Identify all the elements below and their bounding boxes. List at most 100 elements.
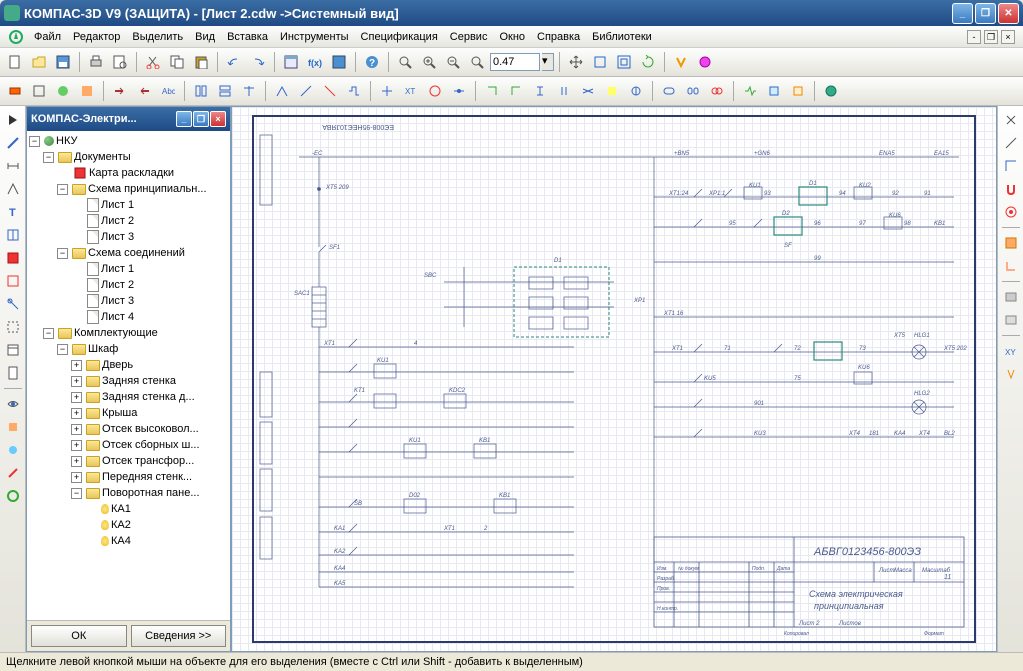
copy-button[interactable] [166, 51, 188, 73]
lt-param[interactable] [3, 271, 23, 291]
dt-18[interactable] [448, 80, 470, 102]
help-icon[interactable]: ? [361, 51, 383, 73]
lt-spec[interactable] [3, 340, 23, 360]
tree-item[interactable]: +Задняя стенка д... [29, 389, 228, 405]
dt-13[interactable] [319, 80, 341, 102]
pan-button[interactable] [565, 51, 587, 73]
lt-x4[interactable] [3, 486, 23, 506]
redo-button[interactable] [247, 51, 269, 73]
tree-schema-soed[interactable]: −Схема соединений [29, 245, 228, 261]
manager-button[interactable] [280, 51, 302, 73]
zoom-in-button[interactable] [418, 51, 440, 73]
tree-documents[interactable]: −Документы [29, 149, 228, 165]
tree-sheet[interactable]: Лист 4 [29, 309, 228, 325]
dt-14[interactable] [343, 80, 365, 102]
dt-7[interactable]: Abc [157, 80, 179, 102]
panel-maximize[interactable]: ❐ [193, 111, 209, 127]
zoom-scale-button[interactable] [466, 51, 488, 73]
dt-32[interactable] [820, 80, 842, 102]
menu-service[interactable]: Сервис [444, 29, 494, 45]
dt-1[interactable] [4, 80, 26, 102]
cut-button[interactable] [142, 51, 164, 73]
dt-16[interactable]: XT [400, 80, 422, 102]
rt-v[interactable] [1001, 364, 1021, 384]
tree-component[interactable]: КА2 [29, 517, 228, 533]
dt-12[interactable] [295, 80, 317, 102]
lt-select[interactable] [3, 317, 23, 337]
tree-sheet[interactable]: Лист 1 [29, 261, 228, 277]
dt-24[interactable] [601, 80, 623, 102]
print-button[interactable] [85, 51, 107, 73]
menu-spec[interactable]: Спецификация [355, 29, 444, 45]
lt-edit[interactable] [3, 248, 23, 268]
tree-item[interactable]: +Отсек сборных ш... [29, 437, 228, 453]
dt-3[interactable] [52, 80, 74, 102]
fx-button[interactable]: f(x) [304, 51, 326, 73]
tree-sheet[interactable]: Лист 3 [29, 229, 228, 245]
tool-a-button[interactable] [670, 51, 692, 73]
dt-17[interactable] [424, 80, 446, 102]
rt-1[interactable] [1001, 110, 1021, 130]
tree-root[interactable]: −НКУ [29, 133, 228, 149]
panel-minimize[interactable]: _ [176, 111, 192, 127]
menu-editor[interactable]: Редактор [67, 29, 126, 45]
tree-item[interactable]: +Дверь [29, 357, 228, 373]
lt-x1[interactable] [3, 417, 23, 437]
dt-8[interactable] [190, 80, 212, 102]
new-button[interactable] [4, 51, 26, 73]
dt-27[interactable] [682, 80, 704, 102]
mdi-close[interactable]: × [1001, 30, 1015, 44]
paste-button[interactable] [190, 51, 212, 73]
tree-component[interactable]: КА4 [29, 533, 228, 549]
undo-button[interactable] [223, 51, 245, 73]
lt-view[interactable] [3, 394, 23, 414]
lt-arrow[interactable] [3, 110, 23, 130]
lt-table[interactable] [3, 225, 23, 245]
tree-item[interactable]: +Отсек трансфор... [29, 453, 228, 469]
zoom-input[interactable] [490, 53, 540, 71]
tree-sheet[interactable]: Лист 1 [29, 197, 228, 213]
tree-sheet[interactable]: Лист 3 [29, 293, 228, 309]
rt-ortho[interactable] [1001, 256, 1021, 276]
dt-22[interactable] [553, 80, 575, 102]
menu-window[interactable]: Окно [493, 29, 531, 45]
tree-item[interactable]: +Отсек высоковол... [29, 421, 228, 437]
preview-button[interactable] [109, 51, 131, 73]
panel-close[interactable]: × [210, 111, 226, 127]
dt-5[interactable] [109, 80, 131, 102]
dt-30[interactable] [763, 80, 785, 102]
tree-item[interactable]: +Задняя стенка [29, 373, 228, 389]
menu-file[interactable]: Файл [28, 29, 67, 45]
lt-rough[interactable] [3, 179, 23, 199]
lt-x3[interactable] [3, 463, 23, 483]
rt-magnet[interactable] [1001, 179, 1021, 199]
rt-2[interactable] [1001, 133, 1021, 153]
menu-select[interactable]: Выделить [126, 29, 189, 45]
lt-x2[interactable] [3, 440, 23, 460]
refresh-button[interactable] [637, 51, 659, 73]
tree-karta[interactable]: Карта раскладки [29, 165, 228, 181]
lt-measure[interactable] [3, 294, 23, 314]
menu-insert[interactable]: Вставка [221, 29, 274, 45]
menu-libs[interactable]: Библиотеки [586, 29, 658, 45]
zoom-out-button[interactable] [442, 51, 464, 73]
tree-component[interactable]: КА1 [29, 501, 228, 517]
tree-sheet[interactable]: Лист 2 [29, 213, 228, 229]
tree-item[interactable]: −Поворотная пане... [29, 485, 228, 501]
lt-text[interactable]: T [3, 202, 23, 222]
lt-dim[interactable] [3, 156, 23, 176]
rt-3[interactable] [1001, 156, 1021, 176]
ok-button[interactable]: ОК [31, 625, 127, 647]
dt-20[interactable] [505, 80, 527, 102]
dt-15[interactable] [376, 80, 398, 102]
info-button[interactable]: Сведения >> [131, 625, 227, 647]
dt-2[interactable] [28, 80, 50, 102]
dt-9[interactable] [214, 80, 236, 102]
tree-sheet[interactable]: Лист 2 [29, 277, 228, 293]
tree-kompl[interactable]: −Комплектующие [29, 325, 228, 341]
menu-help[interactable]: Справка [531, 29, 586, 45]
open-button[interactable] [28, 51, 50, 73]
dt-31[interactable] [787, 80, 809, 102]
zoom-fit-button[interactable] [613, 51, 635, 73]
dt-28[interactable] [706, 80, 728, 102]
